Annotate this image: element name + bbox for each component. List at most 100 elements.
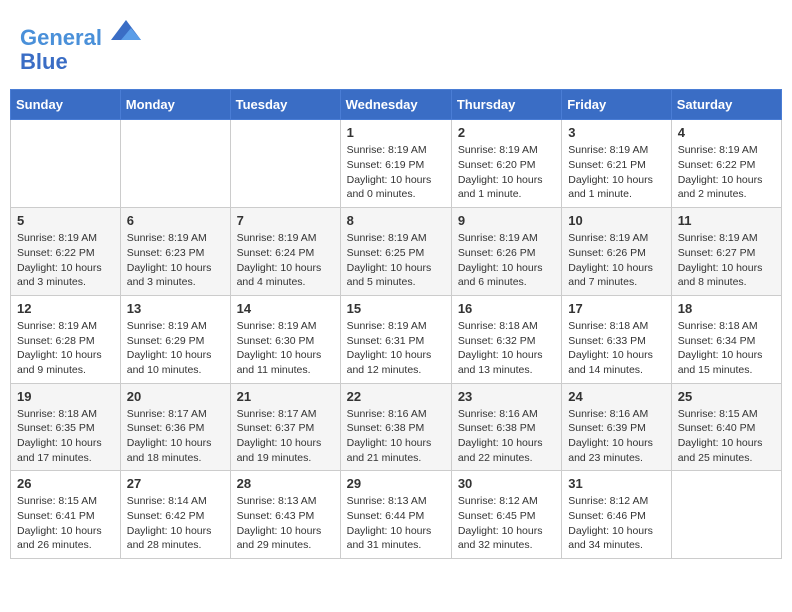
day-content: Sunrise: 8:19 AM Sunset: 6:19 PM Dayligh…	[347, 143, 445, 202]
day-content: Sunrise: 8:15 AM Sunset: 6:41 PM Dayligh…	[17, 494, 114, 553]
day-number: 29	[347, 476, 445, 491]
day-number: 30	[458, 476, 555, 491]
day-content: Sunrise: 8:12 AM Sunset: 6:45 PM Dayligh…	[458, 494, 555, 553]
day-content: Sunrise: 8:18 AM Sunset: 6:35 PM Dayligh…	[17, 407, 114, 466]
calendar-cell: 13 Sunrise: 8:19 AM Sunset: 6:29 PM Dayli…	[120, 295, 230, 383]
day-number: 26	[17, 476, 114, 491]
day-number: 17	[568, 301, 664, 316]
day-number: 7	[237, 213, 334, 228]
calendar-cell: 26 Sunrise: 8:15 AM Sunset: 6:41 PM Dayli…	[11, 471, 121, 559]
day-number: 6	[127, 213, 224, 228]
calendar-cell: 27Sunrise: 8:14 AM Sunset: 6:42 PM Dayli…	[120, 471, 230, 559]
calendar-cell: 29 Sunrise: 8:13 AM Sunset: 6:44 PM Dayli…	[340, 471, 451, 559]
day-content: Sunrise: 8:19 AM Sunset: 6:30 PM Dayligh…	[237, 319, 334, 378]
calendar-cell: 21Sunrise: 8:17 AM Sunset: 6:37 PM Dayli…	[230, 383, 340, 471]
calendar-cell: 15 Sunrise: 8:19 AM Sunset: 6:31 PM Dayli…	[340, 295, 451, 383]
column-header-saturday: Saturday	[671, 90, 781, 120]
calendar-cell	[11, 120, 121, 208]
day-content: Sunrise: 8:19 AM Sunset: 6:29 PM Dayligh…	[127, 319, 224, 378]
day-content: Sunrise: 8:16 AM Sunset: 6:38 PM Dayligh…	[347, 407, 445, 466]
calendar-cell	[671, 471, 781, 559]
calendar-cell: 25Sunrise: 8:15 AM Sunset: 6:40 PM Dayli…	[671, 383, 781, 471]
day-number: 18	[678, 301, 775, 316]
calendar-cell: 1Sunrise: 8:19 AM Sunset: 6:19 PM Daylig…	[340, 120, 451, 208]
day-content: Sunrise: 8:18 AM Sunset: 6:34 PM Dayligh…	[678, 319, 775, 378]
calendar-cell: 10Sunrise: 8:19 AM Sunset: 6:26 PM Dayli…	[562, 208, 671, 296]
calendar-cell	[120, 120, 230, 208]
day-content: Sunrise: 8:19 AM Sunset: 6:27 PM Dayligh…	[678, 231, 775, 290]
day-number: 15	[347, 301, 445, 316]
column-header-monday: Monday	[120, 90, 230, 120]
day-number: 21	[237, 389, 334, 404]
day-content: Sunrise: 8:19 AM Sunset: 6:26 PM Dayligh…	[458, 231, 555, 290]
calendar-header-row: SundayMondayTuesdayWednesdayThursdayFrid…	[11, 90, 782, 120]
day-number: 12	[17, 301, 114, 316]
calendar-cell: 23 Sunrise: 8:16 AM Sunset: 6:38 PM Dayli…	[451, 383, 561, 471]
day-content: Sunrise: 8:19 AM Sunset: 6:24 PM Dayligh…	[237, 231, 334, 290]
calendar-cell: 9 Sunrise: 8:19 AM Sunset: 6:26 PM Daylig…	[451, 208, 561, 296]
day-content: Sunrise: 8:19 AM Sunset: 6:28 PM Dayligh…	[17, 319, 114, 378]
day-number: 9	[458, 213, 555, 228]
calendar-cell: 2 Sunrise: 8:19 AM Sunset: 6:20 PM Daylig…	[451, 120, 561, 208]
calendar-cell: 22 Sunrise: 8:16 AM Sunset: 6:38 PM Dayli…	[340, 383, 451, 471]
day-number: 24	[568, 389, 664, 404]
calendar-cell: 28 Sunrise: 8:13 AM Sunset: 6:43 PM Dayli…	[230, 471, 340, 559]
calendar-cell: 4 Sunrise: 8:19 AM Sunset: 6:22 PM Daylig…	[671, 120, 781, 208]
day-number: 23	[458, 389, 555, 404]
day-content: Sunrise: 8:13 AM Sunset: 6:44 PM Dayligh…	[347, 494, 445, 553]
calendar-cell: 6Sunrise: 8:19 AM Sunset: 6:23 PM Daylig…	[120, 208, 230, 296]
logo-blue: Blue	[20, 49, 68, 74]
day-number: 25	[678, 389, 775, 404]
day-content: Sunrise: 8:18 AM Sunset: 6:33 PM Dayligh…	[568, 319, 664, 378]
day-number: 2	[458, 125, 555, 140]
day-number: 28	[237, 476, 334, 491]
logo: General Blue	[20, 15, 141, 74]
day-content: Sunrise: 8:13 AM Sunset: 6:43 PM Dayligh…	[237, 494, 334, 553]
day-content: Sunrise: 8:12 AM Sunset: 6:46 PM Dayligh…	[568, 494, 664, 553]
day-content: Sunrise: 8:19 AM Sunset: 6:22 PM Dayligh…	[678, 143, 775, 202]
day-content: Sunrise: 8:16 AM Sunset: 6:38 PM Dayligh…	[458, 407, 555, 466]
calendar-cell: 30 Sunrise: 8:12 AM Sunset: 6:45 PM Dayli…	[451, 471, 561, 559]
calendar-cell: 24 Sunrise: 8:16 AM Sunset: 6:39 PM Dayli…	[562, 383, 671, 471]
day-number: 19	[17, 389, 114, 404]
calendar-cell: 16 Sunrise: 8:18 AM Sunset: 6:32 PM Dayli…	[451, 295, 561, 383]
day-content: Sunrise: 8:16 AM Sunset: 6:39 PM Dayligh…	[568, 407, 664, 466]
day-content: Sunrise: 8:17 AM Sunset: 6:36 PM Dayligh…	[127, 407, 224, 466]
day-number: 4	[678, 125, 775, 140]
day-content: Sunrise: 8:18 AM Sunset: 6:32 PM Dayligh…	[458, 319, 555, 378]
calendar-table: SundayMondayTuesdayWednesdayThursdayFrid…	[10, 89, 782, 559]
column-header-friday: Friday	[562, 90, 671, 120]
logo-general: General	[20, 25, 102, 50]
page-header: General Blue	[10, 10, 782, 79]
calendar-cell: 18 Sunrise: 8:18 AM Sunset: 6:34 PM Dayli…	[671, 295, 781, 383]
calendar-cell: 31Sunrise: 8:12 AM Sunset: 6:46 PM Dayli…	[562, 471, 671, 559]
day-content: Sunrise: 8:19 AM Sunset: 6:31 PM Dayligh…	[347, 319, 445, 378]
calendar-cell: 7 Sunrise: 8:19 AM Sunset: 6:24 PM Daylig…	[230, 208, 340, 296]
calendar-cell: 12 Sunrise: 8:19 AM Sunset: 6:28 PM Dayli…	[11, 295, 121, 383]
day-content: Sunrise: 8:19 AM Sunset: 6:25 PM Dayligh…	[347, 231, 445, 290]
calendar-week-row: 19 Sunrise: 8:18 AM Sunset: 6:35 PM Dayli…	[11, 383, 782, 471]
calendar-cell: 17 Sunrise: 8:18 AM Sunset: 6:33 PM Dayli…	[562, 295, 671, 383]
calendar-cell: 5 Sunrise: 8:19 AM Sunset: 6:22 PM Daylig…	[11, 208, 121, 296]
calendar-week-row: 12 Sunrise: 8:19 AM Sunset: 6:28 PM Dayli…	[11, 295, 782, 383]
day-number: 14	[237, 301, 334, 316]
calendar-week-row: 5 Sunrise: 8:19 AM Sunset: 6:22 PM Daylig…	[11, 208, 782, 296]
column-header-tuesday: Tuesday	[230, 90, 340, 120]
day-number: 10	[568, 213, 664, 228]
column-header-wednesday: Wednesday	[340, 90, 451, 120]
day-number: 11	[678, 213, 775, 228]
calendar-week-row: 26 Sunrise: 8:15 AM Sunset: 6:41 PM Dayli…	[11, 471, 782, 559]
day-number: 16	[458, 301, 555, 316]
day-content: Sunrise: 8:19 AM Sunset: 6:22 PM Dayligh…	[17, 231, 114, 290]
calendar-cell: 19 Sunrise: 8:18 AM Sunset: 6:35 PM Dayli…	[11, 383, 121, 471]
day-content: Sunrise: 8:19 AM Sunset: 6:20 PM Dayligh…	[458, 143, 555, 202]
day-number: 5	[17, 213, 114, 228]
day-number: 3	[568, 125, 664, 140]
calendar-cell: 20Sunrise: 8:17 AM Sunset: 6:36 PM Dayli…	[120, 383, 230, 471]
day-content: Sunrise: 8:14 AM Sunset: 6:42 PM Dayligh…	[127, 494, 224, 553]
calendar-cell: 3Sunrise: 8:19 AM Sunset: 6:21 PM Daylig…	[562, 120, 671, 208]
day-number: 13	[127, 301, 224, 316]
day-number: 22	[347, 389, 445, 404]
calendar-cell: 8Sunrise: 8:19 AM Sunset: 6:25 PM Daylig…	[340, 208, 451, 296]
calendar-cell: 14 Sunrise: 8:19 AM Sunset: 6:30 PM Dayli…	[230, 295, 340, 383]
